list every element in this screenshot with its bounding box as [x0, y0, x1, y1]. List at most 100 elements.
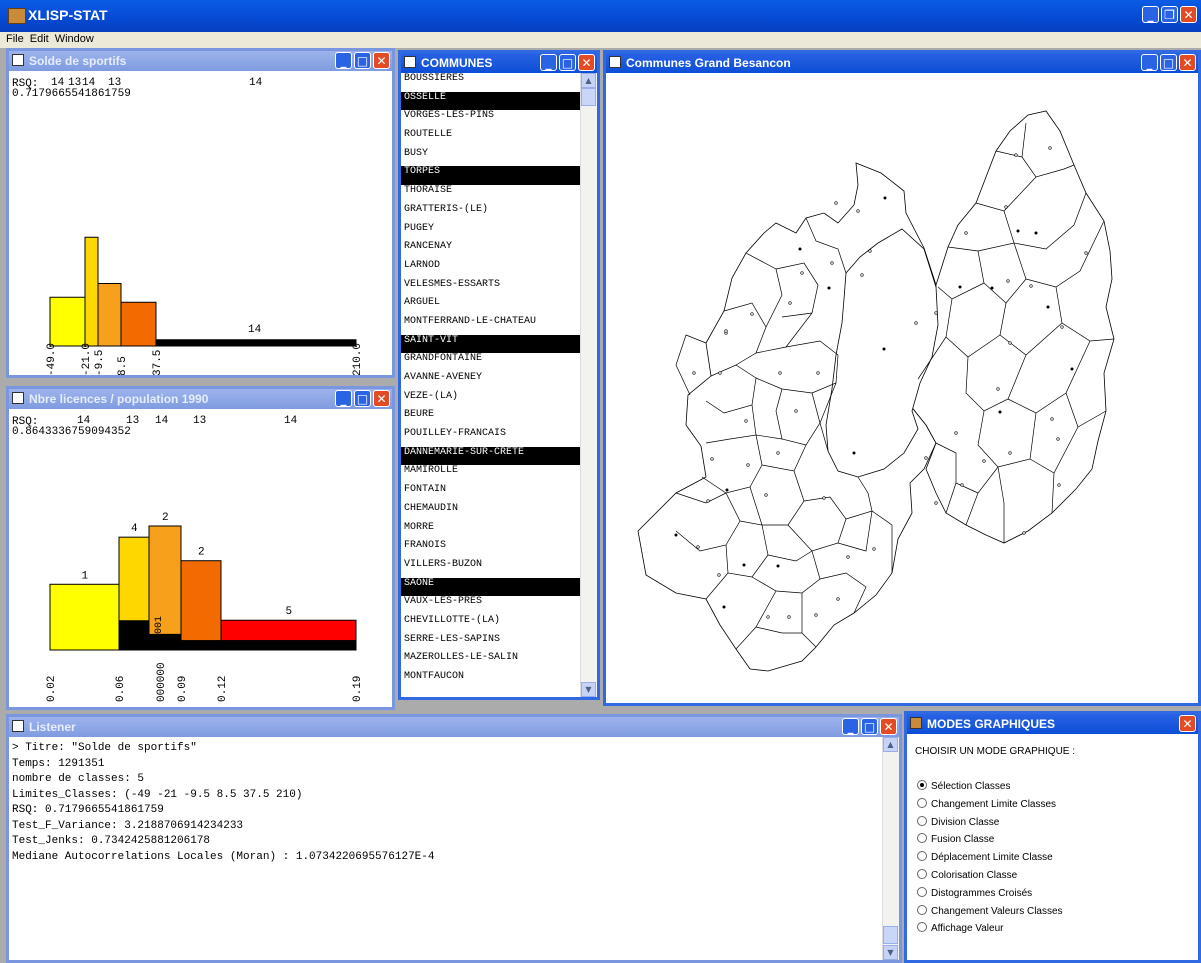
list-item[interactable]: VELESMES-ESSARTS [401, 279, 583, 298]
list-item[interactable]: MORRE [401, 522, 583, 541]
vertical-scrollbar[interactable]: ▲ ▼ [882, 737, 899, 960]
vertical-scrollbar[interactable]: ▲ ▼ [580, 73, 597, 697]
radio-option[interactable]: Affichage Valeur [917, 920, 1063, 938]
maximize-icon[interactable]: □ [559, 54, 576, 71]
list-item[interactable]: SAONE [401, 577, 583, 597]
radio-option[interactable]: Déplacement Limite Classe [917, 849, 1063, 867]
minimize-icon[interactable]: _ [842, 718, 859, 735]
list-item[interactable]: LARNOD [401, 260, 583, 279]
scroll-down-icon[interactable]: ▼ [581, 682, 596, 697]
maximize-icon[interactable]: □ [1160, 54, 1177, 71]
minimize-icon[interactable]: _ [335, 390, 352, 407]
list-item[interactable]: MONTFAUCON [401, 671, 583, 690]
radio-button-icon[interactable] [917, 904, 927, 915]
list-item[interactable]: POUILLEY-FRANCAIS [401, 428, 583, 447]
list-item[interactable]: BEURE [401, 409, 583, 428]
menu-window[interactable]: Window [55, 33, 94, 45]
maximize-icon[interactable]: □ [861, 718, 878, 735]
list-item[interactable]: CHEMAUDIN [401, 503, 583, 522]
scroll-down-icon[interactable]: ▼ [883, 945, 898, 960]
list-item[interactable]: GRATTERIS-(LE) [401, 204, 583, 223]
list-item[interactable]: AVANNE-AVENEY [401, 372, 583, 391]
list-item[interactable]: THORAISE [401, 185, 583, 204]
window-titlebar[interactable]: Nbre licences / population 1990 _ □ ✕ [9, 389, 392, 409]
radio-option[interactable]: Division Classe [917, 814, 1063, 832]
scroll-thumb[interactable] [581, 88, 596, 106]
radio-option[interactable]: Changement Valeurs Classes [917, 903, 1063, 921]
histogram-licences[interactable]: RSQ: 0.8643336759094352 14 13 14 13 14 1… [9, 409, 392, 710]
maximize-icon[interactable]: □ [354, 390, 371, 407]
minimize-icon[interactable]: _ [335, 52, 352, 69]
list-item[interactable]: BUSY [401, 148, 583, 167]
chart-area[interactable]: RSQ: 0.7179665541861759 14 13 14 13 14 1… [9, 71, 392, 375]
histogram-bar[interactable] [49, 583, 120, 651]
list-item[interactable]: FONTAIN [401, 484, 583, 503]
communes-list[interactable]: BOUSSIERES OSSELLE VORGES-LES-PINS ROUTELLE… [401, 73, 583, 690]
maximize-icon[interactable]: □ [354, 52, 371, 69]
list-item[interactable]: OSSELLE [401, 91, 583, 111]
radio-button-icon[interactable] [917, 815, 927, 826]
radio-option[interactable]: Distogrammes Croisés [917, 885, 1063, 903]
radio-button-icon[interactable] [917, 780, 927, 790]
close-icon[interactable]: ✕ [1180, 6, 1197, 23]
restore-icon[interactable]: ❐ [1161, 6, 1178, 23]
list-item[interactable]: SERRE-LES-SAPINS [401, 634, 583, 653]
list-item[interactable]: DANNEMARIE-SUR-CRETE [401, 446, 583, 466]
list-item[interactable]: VAUX-LES-PRES [401, 596, 583, 615]
minimize-icon[interactable]: _ [1141, 54, 1158, 71]
menu-edit[interactable]: Edit [30, 33, 49, 45]
communes-map[interactable] [606, 73, 1198, 706]
histogram-bar[interactable] [180, 560, 222, 651]
radio-option[interactable]: Sélection Classes [917, 778, 1063, 796]
radio-button-icon[interactable] [917, 922, 927, 933]
list-item[interactable]: VILLERS-BUZON [401, 559, 583, 578]
listener-console[interactable]: > Titre: "Solde de sportifs" Temps: 1291… [9, 737, 899, 960]
histogram-bar[interactable] [84, 236, 99, 347]
scroll-thumb[interactable] [883, 926, 898, 944]
minimize-icon[interactable]: _ [1142, 6, 1159, 23]
window-titlebar[interactable]: Solde de sportifs _ □ ✕ [9, 51, 392, 71]
list-item[interactable]: FRANOIS [401, 540, 583, 559]
list-item[interactable]: ARGUEL [401, 297, 583, 316]
scroll-up-icon[interactable]: ▲ [581, 73, 596, 88]
histogram-bar[interactable] [49, 296, 86, 347]
close-icon[interactable]: ✕ [1179, 715, 1196, 732]
chart-area[interactable]: RSQ: 0.8643336759094352 14 13 14 13 14 1… [9, 409, 392, 707]
map-area[interactable] [606, 73, 1198, 703]
list-item[interactable]: MAZEROLLES-LE-SALIN [401, 652, 583, 671]
list-item[interactable]: GRANDFONTAINE [401, 353, 583, 372]
list-item[interactable]: BOUSSIERES [401, 73, 583, 92]
radio-option[interactable]: Fusion Classe [917, 831, 1063, 849]
scroll-up-icon[interactable]: ▲ [883, 737, 898, 752]
window-titlebar[interactable]: COMMUNES _ □ ✕ [401, 53, 597, 73]
window-titlebar[interactable]: MODES GRAPHIQUES ✕ [907, 714, 1198, 734]
radio-button-icon[interactable] [917, 851, 927, 862]
list-item[interactable]: SAINT-VIT [401, 334, 583, 354]
close-icon[interactable]: ✕ [373, 390, 390, 407]
list-item[interactable]: PUGEY [401, 223, 583, 242]
list-item[interactable]: VEZE-(LA) [401, 391, 583, 410]
list-item[interactable]: CHEVILLOTTE-(LA) [401, 615, 583, 634]
list-item[interactable]: TORPES [401, 166, 583, 186]
radio-button-icon[interactable] [917, 833, 927, 844]
selected-bar-portion[interactable] [181, 640, 221, 650]
window-titlebar[interactable]: Listener _ □ ✕ [9, 717, 899, 737]
histogram-solde[interactable]: RSQ: 0.7179665541861759 14 13 14 13 14 1… [9, 71, 392, 378]
radio-option[interactable]: Colorisation Classe [917, 867, 1063, 885]
menu-file[interactable]: File [6, 33, 24, 45]
close-icon[interactable]: ✕ [373, 52, 390, 69]
listener-output[interactable]: > Titre: "Solde de sportifs" Temps: 1291… [12, 741, 434, 865]
radio-button-icon[interactable] [917, 886, 927, 897]
window-titlebar[interactable]: Communes Grand Besancon _ □ ✕ [606, 53, 1198, 73]
list-item[interactable]: MONTFERRAND-LE-CHATEAU [401, 316, 583, 335]
list-item[interactable]: RANCENAY [401, 241, 583, 260]
radio-option[interactable]: Changement Limite Classes [917, 796, 1063, 814]
minimize-icon[interactable]: _ [540, 54, 557, 71]
selected-bar-portion[interactable] [119, 620, 149, 650]
close-icon[interactable]: ✕ [578, 54, 595, 71]
list-item[interactable]: VORGES-LES-PINS [401, 110, 583, 129]
list-item[interactable]: ROUTELLE [401, 129, 583, 148]
radio-button-icon[interactable] [917, 797, 927, 808]
close-icon[interactable]: ✕ [880, 718, 897, 735]
radio-button-icon[interactable] [917, 868, 927, 879]
